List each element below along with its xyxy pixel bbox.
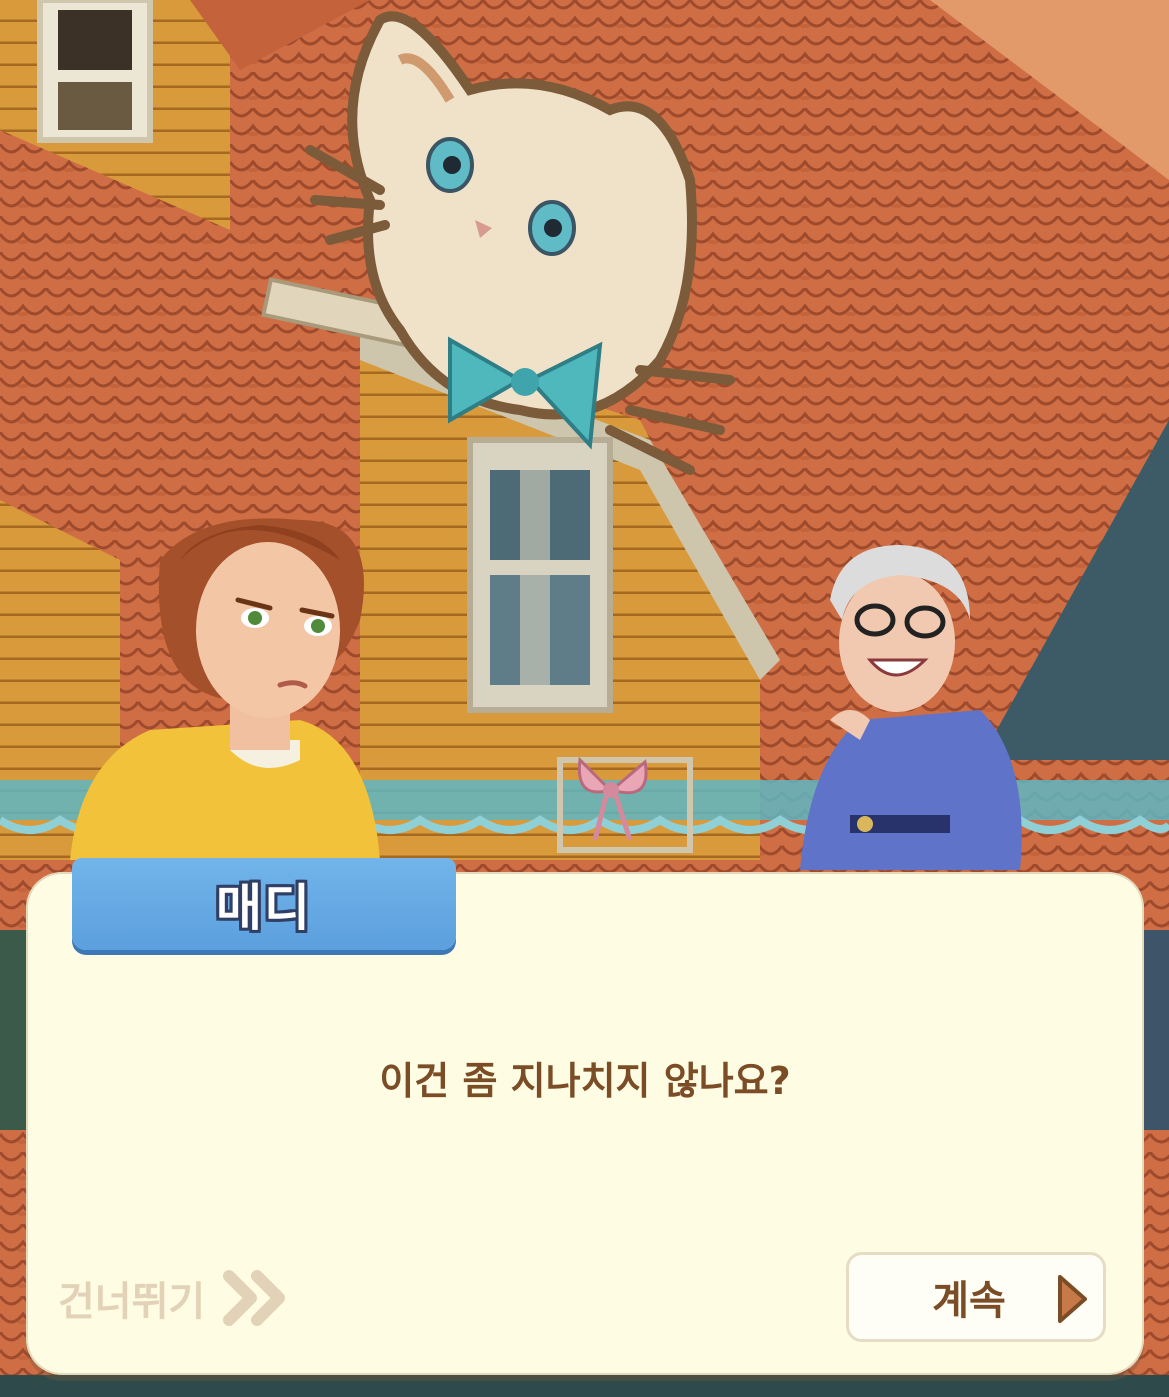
continue-button[interactable]: 계속	[846, 1252, 1106, 1342]
side-fence	[1144, 930, 1169, 1130]
dialog-line: 이건 좀 지나치지 않나요?	[379, 1059, 791, 1103]
plants	[0, 930, 26, 1130]
skip-label: 건너뛰기	[58, 1279, 206, 1325]
play-triangle-icon	[1058, 1275, 1087, 1323]
speaker-name: 매디	[216, 879, 312, 937]
ground-strip	[0, 1375, 1169, 1397]
speaker-name-tag: 매디	[72, 858, 456, 950]
continue-label: 계속	[932, 1278, 1006, 1324]
game-scene: 매디 이건 좀 지나치지 않나요? 건너뛰기 계속	[0, 0, 1169, 1397]
skip-button[interactable]: 건너뛰기	[58, 1268, 289, 1328]
double-chevron-right-icon	[223, 1270, 286, 1326]
